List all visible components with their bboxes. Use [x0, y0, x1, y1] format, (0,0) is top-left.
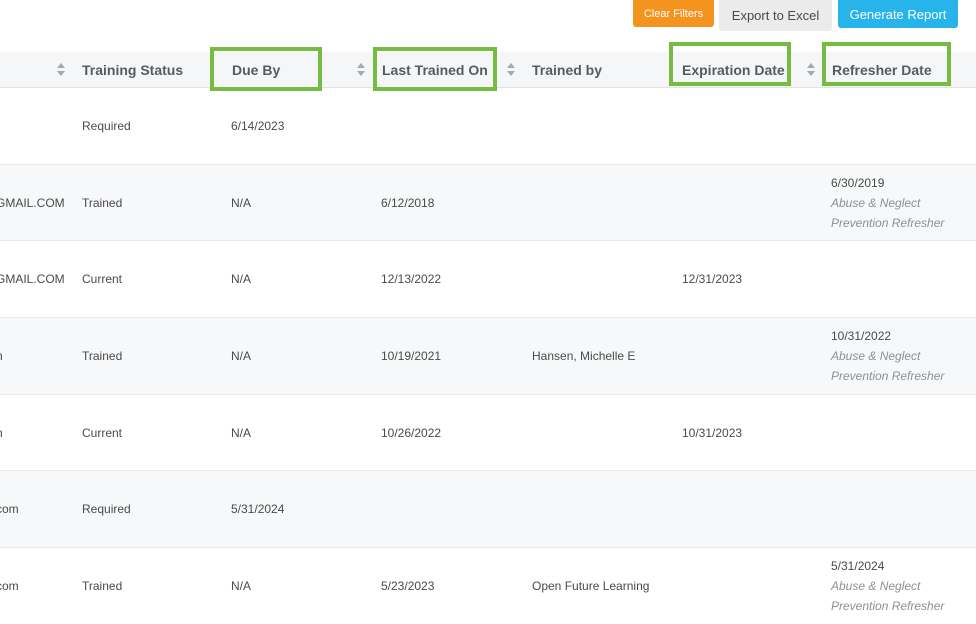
cell-email: com — [0, 502, 19, 517]
cell-training-status: Trained — [82, 349, 123, 364]
refresher-course-name: Prevention Refresher — [831, 599, 945, 614]
refresher-date-value: 10/31/2022 — [831, 329, 892, 344]
export-to-excel-button[interactable]: Export to Excel — [719, 0, 832, 31]
refresher-course-name: Prevention Refresher — [831, 215, 945, 230]
cell-training-status: Required — [82, 119, 131, 133]
cell-due-by: N/A — [231, 579, 252, 594]
cell-last-trained-on: 10/26/2022 — [381, 425, 442, 440]
sort-icon[interactable] — [507, 63, 515, 77]
column-header-training-status[interactable]: Training Status — [82, 52, 183, 88]
cell-last-trained-on: 10/19/2021 — [381, 349, 442, 364]
cell-due-by: 5/31/2024 — [231, 502, 285, 517]
column-header-expiration-date[interactable]: Expiration Date — [682, 52, 785, 88]
cell-email: GMAIL.COM — [0, 195, 65, 210]
cell-expiration-date: 10/31/2023 — [682, 425, 743, 440]
cell-training-status: Trained — [82, 195, 123, 210]
cell-training-status: Trained — [82, 579, 123, 594]
cell-refresher-date: 6/30/2019 Abuse & Neglect Prevention Refre… — [831, 165, 944, 241]
column-header-due-by[interactable]: Due By — [232, 52, 280, 88]
refresher-course-name: Abuse & Neglect — [831, 349, 921, 364]
cell-due-by: N/A — [231, 349, 252, 364]
table-header: Training Status Due By Last Trained On T… — [0, 52, 976, 88]
sort-icon[interactable] — [57, 63, 65, 77]
table-row[interactable]: com Trained N/A 5/23/2023 Open Future Learni… — [0, 548, 976, 624]
column-header-trained-by[interactable]: Trained by — [532, 52, 602, 88]
cell-expiration-date: 12/31/2023 — [682, 272, 743, 287]
sort-icon[interactable] — [357, 63, 365, 77]
cell-due-by: N/A — [231, 425, 252, 440]
cell-refresher-date: 5/31/2024 Abuse & Neglect Prevention Refre… — [831, 548, 944, 624]
cell-training-status: Current — [82, 425, 123, 440]
training-report-table: Training Status Due By Last Trained On T… — [0, 52, 976, 624]
cell-last-trained-on: 12/13/2022 — [381, 272, 442, 287]
cell-email: n — [0, 395, 3, 471]
refresher-course-name: Abuse & Neglect — [831, 579, 921, 594]
cell-training-status: Current — [82, 272, 123, 287]
refresher-date-value: 5/31/2024 — [831, 559, 885, 574]
refresher-course-name: Abuse & Neglect — [831, 195, 921, 210]
table-body: Required 6/14/2023 GMAIL.COM Trained N/A 6/12… — [0, 88, 976, 624]
cell-trained-by: Open Future Learning — [532, 579, 650, 594]
table-row[interactable]: GMAIL.COM Trained N/A 6/12/2018 6/30/2019 Abu… — [0, 164, 976, 242]
cell-email: n — [0, 318, 3, 394]
cell-refresher-date: 10/31/2022 Abuse & Neglect Prevention Refr… — [831, 318, 944, 394]
cell-training-status: Required — [82, 502, 131, 517]
table-row[interactable]: Required 6/14/2023 — [0, 88, 976, 165]
table-row[interactable]: GMAIL.COM Current N/A 12/13/2022 12/31/2023 — [0, 241, 976, 319]
table-row[interactable]: n Current N/A 10/26/2022 10/31/2023 — [0, 395, 976, 472]
refresher-course-name: Prevention Refresher — [831, 369, 945, 384]
cell-email: com — [0, 579, 19, 594]
cell-due-by: N/A — [231, 272, 252, 287]
sort-icon[interactable] — [807, 63, 815, 77]
refresher-date-value: 6/30/2019 — [831, 175, 885, 190]
table-row[interactable]: com Required 5/31/2024 — [0, 471, 976, 549]
cell-trained-by: Hansen, Michelle E — [532, 349, 636, 364]
cell-due-by: 6/14/2023 — [231, 119, 285, 133]
column-header-refresher-date[interactable]: Refresher Date — [832, 52, 932, 88]
cell-due-by: N/A — [231, 195, 252, 210]
report-toolbar: Clear Filters Export to Excel Generate R… — [0, 0, 976, 52]
generate-report-button[interactable]: Generate Report — [838, 0, 958, 28]
cell-last-trained-on: 6/12/2018 — [381, 195, 435, 210]
clear-filters-button[interactable]: Clear Filters — [633, 0, 714, 27]
cell-last-trained-on: 5/23/2023 — [381, 579, 435, 594]
cell-email: GMAIL.COM — [0, 272, 65, 287]
table-row[interactable]: n Trained N/A 10/19/2021 Hansen, Michelle E 1… — [0, 318, 976, 395]
column-header-last-trained-on[interactable]: Last Trained On — [382, 52, 488, 88]
